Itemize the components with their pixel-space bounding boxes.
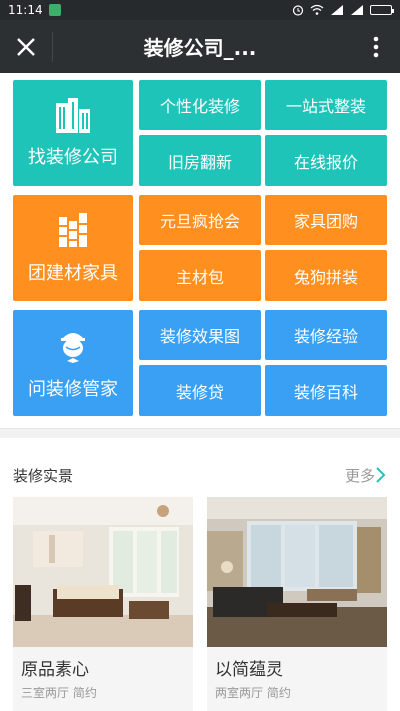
signal-icon (331, 5, 343, 15)
case-photo (207, 497, 387, 647)
more-label: 更多 (344, 466, 375, 485)
building-icon (56, 98, 90, 133)
case-photo (13, 497, 193, 647)
encyclopedia-tile[interactable]: 装修百科 (265, 365, 387, 416)
chevron-right-icon (376, 467, 386, 483)
diy-group-tile[interactable]: 兔狗拼装 (265, 250, 387, 301)
case-card[interactable]: 原品素心 三室两厅 简约 (13, 497, 193, 711)
loan-tile[interactable]: 装修贷 (139, 365, 261, 416)
case-card[interactable]: 以简蕴灵 两室两厅 简约 (207, 497, 387, 711)
materials-label: 团建材家具 (28, 263, 118, 284)
find-company-tile[interactable]: 找装修公司 (13, 80, 133, 186)
more-vertical-icon (373, 36, 379, 57)
title-bar: 装修公司_... (0, 20, 400, 73)
new-year-sale-tile[interactable]: 元旦疯抢会 (139, 195, 261, 245)
materials-tile[interactable]: 团建材家具 (13, 195, 133, 301)
experience-tile[interactable]: 装修经验 (265, 310, 387, 360)
section-title: 装修实景 (13, 466, 74, 485)
service-grid: 找装修公司 个性化装修 一站式整装 旧房翻新 在线报价 团建材家具 元旦疯抢会 … (13, 80, 387, 416)
signal-icon-2 (351, 5, 363, 15)
more-menu-button[interactable] (364, 20, 388, 73)
close-icon (17, 37, 35, 56)
butler-icon (61, 333, 85, 363)
case-subtitle: 两室两厅 简约 (215, 686, 291, 700)
section-separator (0, 428, 400, 438)
case-subtitle: 三室两厅 简约 (21, 686, 97, 700)
find-company-label: 找装修公司 (28, 147, 118, 168)
status-bar: 11:14 (0, 0, 400, 20)
shield-icon (48, 4, 61, 16)
online-quote-tile[interactable]: 在线报价 (265, 135, 387, 186)
effect-images-tile[interactable]: 装修效果图 (139, 310, 261, 360)
page-title: 装修公司_... (143, 36, 257, 60)
main-materials-tile[interactable]: 主材包 (139, 250, 261, 301)
close-button[interactable] (0, 20, 52, 73)
more-link[interactable]: 更多 (345, 465, 387, 486)
case-title: 原品素心 (21, 660, 89, 680)
wifi-icon (310, 4, 324, 15)
personalized-tile[interactable]: 个性化装修 (139, 80, 261, 130)
bricks-icon (59, 213, 87, 247)
alarm-icon (292, 5, 304, 16)
furniture-group-tile[interactable]: 家具团购 (265, 195, 387, 245)
case-title: 以简蕴灵 (215, 660, 283, 680)
title-divider (52, 31, 53, 62)
one-stop-tile[interactable]: 一站式整装 (265, 80, 387, 130)
battery-icon (370, 5, 394, 15)
section-header: 装修实景 更多 (13, 458, 387, 492)
status-time: 11:14 (8, 3, 43, 17)
ask-butler-label: 问装修管家 (28, 379, 118, 400)
old-house-tile[interactable]: 旧房翻新 (139, 135, 261, 186)
ask-butler-tile[interactable]: 问装修管家 (13, 310, 133, 416)
